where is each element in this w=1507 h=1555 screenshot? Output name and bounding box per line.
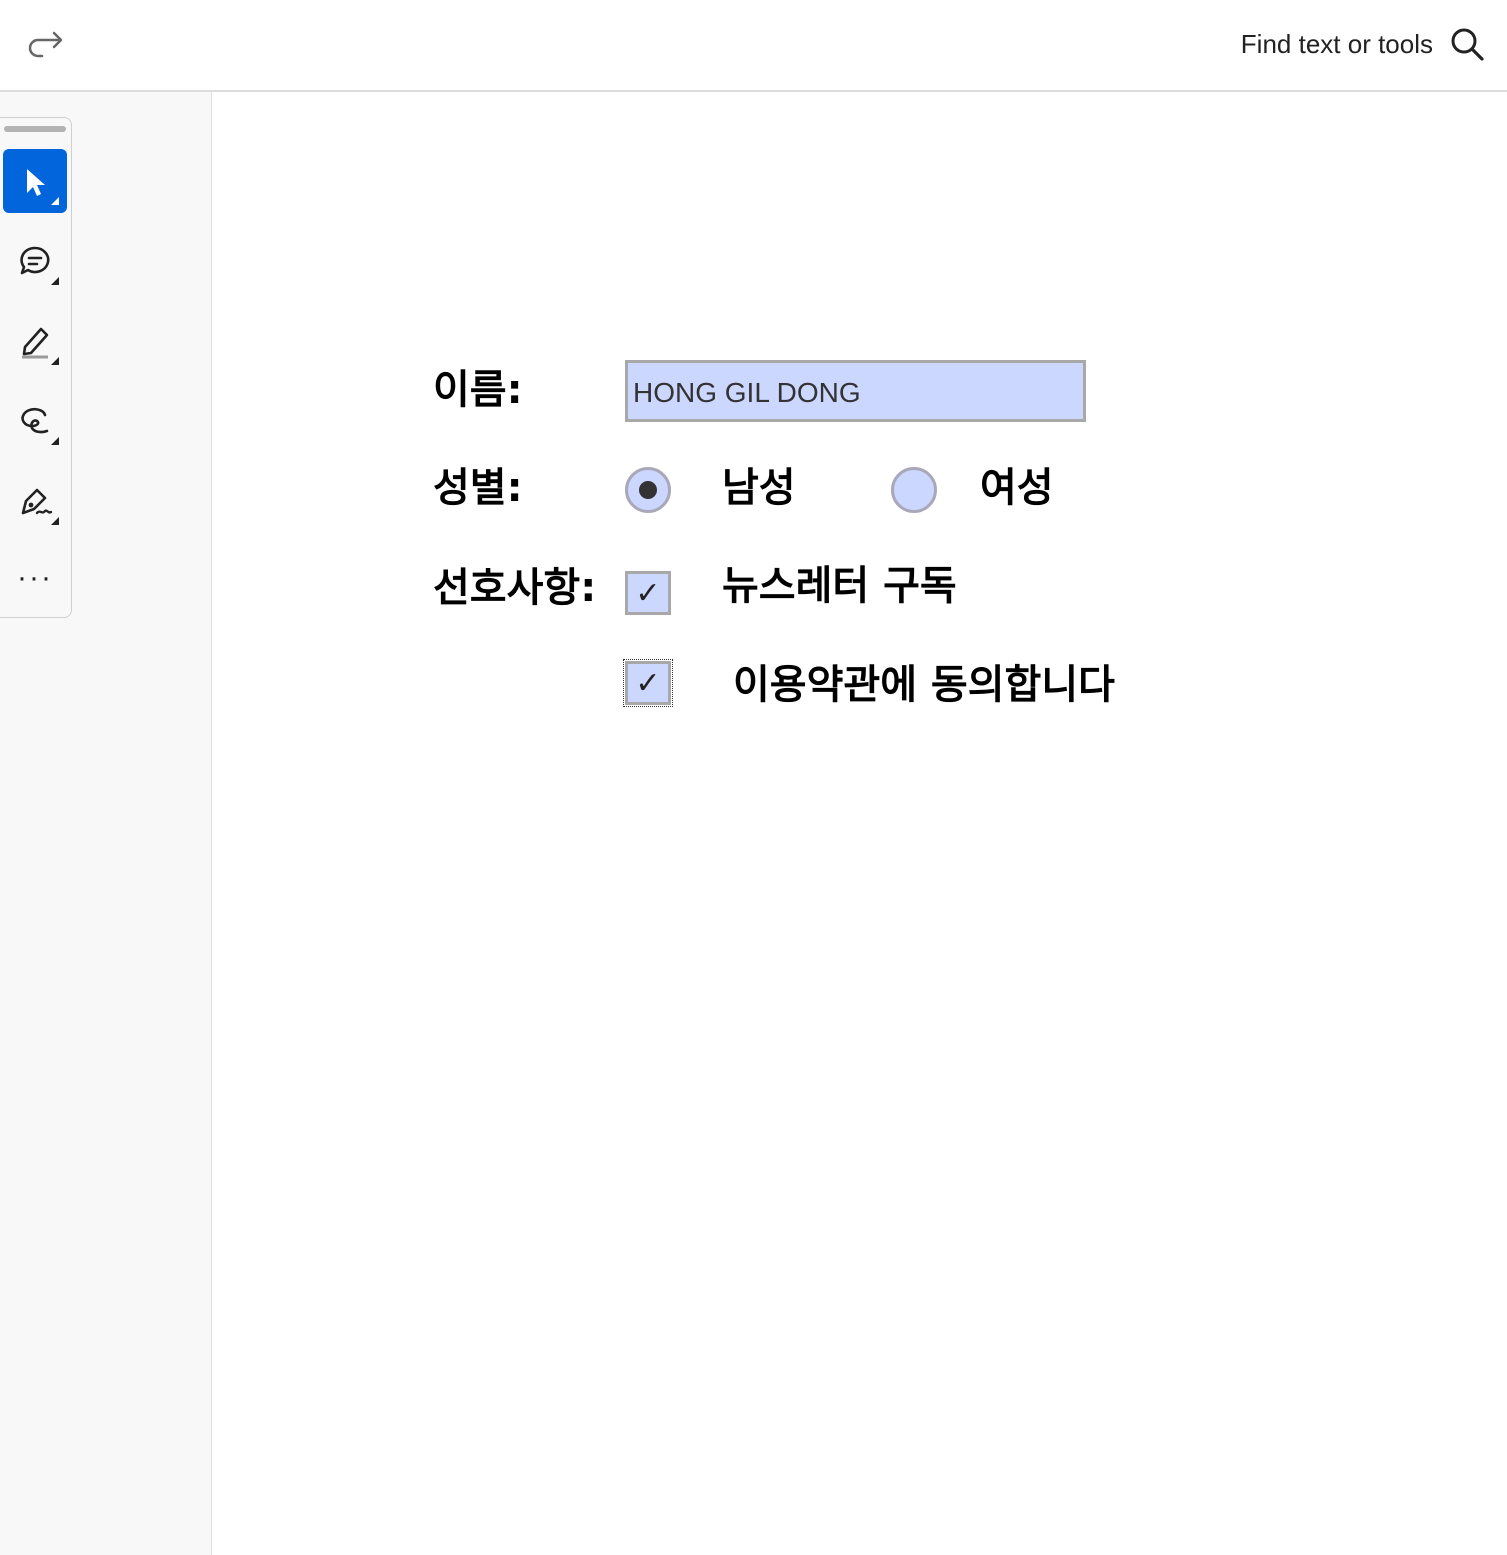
- top-bar: Find text or tools: [0, 0, 1507, 92]
- pen-sign-icon: [21, 488, 53, 515]
- search-label[interactable]: Find text or tools: [1241, 26, 1433, 62]
- gender-female-radio[interactable]: [891, 467, 937, 513]
- search-icon[interactable]: [1449, 26, 1485, 62]
- document-page: [212, 92, 1507, 1555]
- comment-tool-button[interactable]: [3, 229, 67, 293]
- newsletter-checkbox[interactable]: ✓: [625, 571, 671, 615]
- highlight-tool-button[interactable]: [3, 309, 67, 373]
- highlighter-pen-icon: [22, 327, 49, 359]
- more-tools-button[interactable]: ···: [3, 558, 67, 598]
- gender-label: 성별:: [433, 465, 523, 511]
- terms-checkbox[interactable]: ✓: [623, 659, 673, 707]
- radio-selected-dot: [639, 481, 657, 499]
- toolbar-drag-handle[interactable]: [4, 126, 66, 132]
- tool-menu-indicator: [51, 197, 59, 205]
- tool-menu-indicator: [51, 437, 59, 445]
- check-mark-icon: ✓: [635, 665, 661, 701]
- draw-tool-button[interactable]: [3, 389, 67, 453]
- tool-menu-indicator: [51, 517, 59, 525]
- check-mark-icon: ✓: [635, 575, 661, 611]
- quick-tools-toolbar: ···: [0, 117, 72, 618]
- preferences-label: 선호사항:: [433, 565, 597, 611]
- gender-male-radio[interactable]: [625, 467, 671, 513]
- name-label: 이름:: [433, 367, 523, 413]
- sign-tool-button[interactable]: [3, 469, 67, 533]
- tool-menu-indicator: [51, 277, 59, 285]
- tool-menu-indicator: [51, 357, 59, 365]
- gender-female-label: 여성: [980, 465, 1054, 511]
- gender-male-label: 남성: [722, 465, 796, 511]
- redo-icon[interactable]: [26, 28, 66, 60]
- comment-bubble-icon: [20, 246, 50, 275]
- name-text-field[interactable]: HONG GIL DONG: [625, 360, 1086, 422]
- terms-label: 이용약관에 동의합니다: [733, 662, 1115, 708]
- select-tool-button[interactable]: [3, 149, 67, 213]
- cursor-arrow-icon: [27, 169, 45, 196]
- freehand-draw-icon: [21, 407, 49, 434]
- newsletter-label: 뉴스레터 구독: [722, 563, 957, 609]
